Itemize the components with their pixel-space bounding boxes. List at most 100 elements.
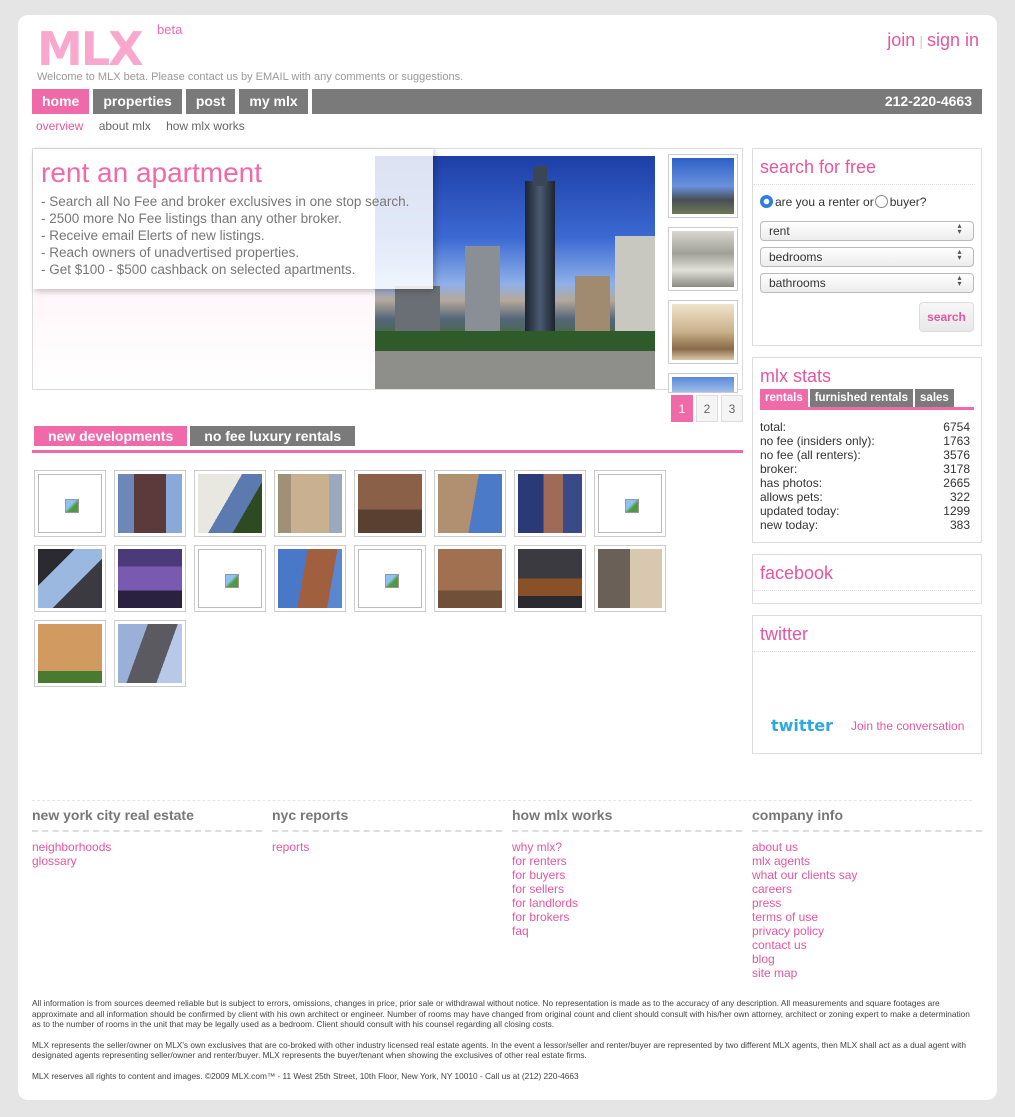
footer-link-blog[interactable]: blog <box>752 952 982 966</box>
logo-text: MLX <box>37 22 143 70</box>
footer-link-for-buyers[interactable]: for buyers <box>512 868 742 882</box>
footer-link-privacy-policy[interactable]: privacy policy <box>752 924 982 938</box>
listing-thumbnail[interactable] <box>274 470 346 537</box>
renter-radio[interactable] <box>760 195 773 208</box>
nav-tab-properties[interactable]: properties <box>93 89 182 114</box>
footer-col-how-mlx-works: how mlx works why mlx? for renters for b… <box>512 807 742 938</box>
join-conversation-link[interactable]: Join the conversation <box>851 719 964 733</box>
footer-link-reports[interactable]: reports <box>272 840 502 854</box>
bathrooms-select[interactable]: bathrooms <box>760 273 974 293</box>
subnav-about-mlx[interactable]: about mlx <box>99 119 151 133</box>
listing-thumbnail[interactable] <box>34 620 106 687</box>
hero-banner: rent an apartment - Search all No Fee an… <box>32 148 743 393</box>
footer-link-neighborhoods[interactable]: neighborhoods <box>32 840 262 854</box>
pager-page-3[interactable]: 3 <box>721 395 743 422</box>
stats-tab-furnished-rentals[interactable]: furnished rentals <box>809 389 914 407</box>
hero-thumbnail[interactable] <box>668 154 738 218</box>
footer-link-mlx-agents[interactable]: mlx agents <box>752 854 982 868</box>
footer-link-faq[interactable]: faq <box>512 924 742 938</box>
legal-paragraph: All information is from sources deemed r… <box>32 998 970 1029</box>
mlx-logo[interactable]: MLX beta <box>37 22 197 76</box>
join-link[interactable]: join <box>887 30 915 50</box>
stats-label: total: <box>760 420 787 434</box>
footer-link-for-renters[interactable]: for renters <box>512 854 742 868</box>
nav-tab-post[interactable]: post <box>185 89 236 114</box>
rent-select[interactable]: rent <box>760 221 974 241</box>
stats-row: new today: 383 <box>760 518 970 532</box>
sign-in-link[interactable]: sign in <box>927 30 979 50</box>
broken-image-icon <box>198 549 262 608</box>
footer-link-for-sellers[interactable]: for sellers <box>512 882 742 896</box>
listing-grid <box>34 470 674 695</box>
listing-thumbnail[interactable] <box>114 470 186 537</box>
footer-link-terms-of-use[interactable]: terms of use <box>752 910 982 924</box>
pager-page-1[interactable]: 1 <box>671 395 693 422</box>
hero-thumbnail[interactable] <box>668 300 738 364</box>
listing-thumbnail[interactable] <box>34 545 106 612</box>
broken-image-icon <box>598 474 662 533</box>
listing-thumbnail[interactable] <box>594 470 666 537</box>
hero-thumbnail[interactable] <box>668 227 738 291</box>
stats-row: has photos: 2665 <box>760 476 970 490</box>
search-title: search for free <box>753 149 975 185</box>
footer-link-for-brokers[interactable]: for brokers <box>512 910 742 924</box>
stats-list: total: 6754 no fee (insiders only): 1763 n… <box>760 420 970 532</box>
listing-thumbnail[interactable] <box>354 470 426 537</box>
listing-thumbnail[interactable] <box>194 545 266 612</box>
listing-thumbnail[interactable] <box>514 470 586 537</box>
tab-new-developments[interactable]: new developments <box>34 426 188 446</box>
listing-thumbnail[interactable] <box>594 545 666 612</box>
listing-thumbnail[interactable] <box>114 545 186 612</box>
stats-row: no fee (all renters): 3576 <box>760 448 970 462</box>
listing-thumbnail[interactable] <box>354 545 426 612</box>
facebook-title[interactable]: facebook <box>753 555 975 591</box>
bedrooms-select[interactable]: bedrooms <box>760 247 974 267</box>
stats-label: no fee (all renters): <box>760 448 861 462</box>
footer-link-about-us[interactable]: about us <box>752 840 982 854</box>
footer-link-contact-us[interactable]: contact us <box>752 938 982 952</box>
stats-tabs: rentals furnished rentals sales <box>760 387 974 410</box>
nav-tab-home[interactable]: home <box>32 89 90 114</box>
footer-link-why-mlx[interactable]: why mlx? <box>512 840 742 854</box>
search-button[interactable]: search <box>919 302 974 332</box>
footer-col-nyc-reports: nyc reports reports <box>272 807 502 854</box>
stats-tab-rentals[interactable]: rentals <box>760 389 808 407</box>
stats-label: new today: <box>760 518 819 532</box>
listing-thumbnail[interactable] <box>114 620 186 687</box>
nav-tab-my-mlx[interactable]: my mlx <box>239 89 308 114</box>
hero-overlay: rent an apartment - Search all No Fee an… <box>33 149 433 289</box>
stats-tab-sales[interactable]: sales <box>915 389 954 407</box>
twitter-logo[interactable]: twitter <box>771 716 833 735</box>
footer-link-client-testimonials[interactable]: what our clients say <box>752 868 982 882</box>
pager-page-2[interactable]: 2 <box>696 395 718 422</box>
footer-heading: new york city real estate <box>32 807 262 832</box>
hero-pager: 1 2 3 <box>671 395 746 422</box>
hero-background <box>33 289 375 389</box>
renter-buyer-choice: are you a renter or buyer? <box>760 195 974 209</box>
listing-thumbnail[interactable] <box>434 470 506 537</box>
hero-bullet: - Get $100 - $500 cashback on selected a… <box>41 262 356 277</box>
listing-thumbnail[interactable] <box>514 545 586 612</box>
footer-heading: how mlx works <box>512 807 742 832</box>
hero-thumbnail[interactable] <box>668 373 738 393</box>
listing-thumbnail[interactable] <box>434 545 506 612</box>
broken-image-icon <box>38 474 102 533</box>
listing-thumbnail[interactable] <box>274 545 346 612</box>
legal-disclaimer: All information is from sources deemed r… <box>32 998 977 1091</box>
footer-link-careers[interactable]: careers <box>752 882 982 896</box>
welcome-message: Welcome to MLX beta. Please contact us b… <box>37 71 464 83</box>
footer-heading: company info <box>752 807 982 832</box>
buyer-radio[interactable] <box>874 195 888 208</box>
footer-link-for-landlords[interactable]: for landlords <box>512 896 742 910</box>
subnav-overview[interactable]: overview <box>36 119 83 133</box>
stats-label: updated today: <box>760 504 840 518</box>
footer-link-press[interactable]: press <box>752 896 982 910</box>
footer-link-glossary[interactable]: glossary <box>32 854 262 868</box>
stats-row: allows pets: 322 <box>760 490 970 504</box>
tab-no-fee-luxury-rentals[interactable]: no fee luxury rentals <box>190 426 356 446</box>
subnav-how-mlx-works[interactable]: how mlx works <box>166 119 245 133</box>
listing-thumbnail[interactable] <box>194 470 266 537</box>
twitter-title[interactable]: twitter <box>753 616 975 652</box>
footer-link-site-map[interactable]: site map <box>752 966 982 980</box>
listing-thumbnail[interactable] <box>34 470 106 537</box>
